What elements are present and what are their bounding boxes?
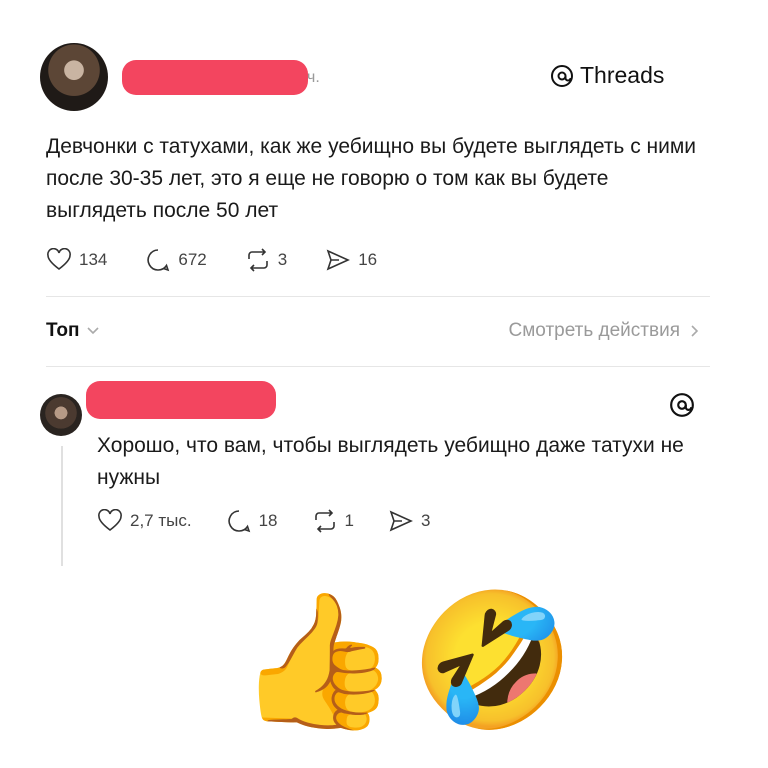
redacted-reply-username bbox=[86, 381, 276, 419]
share-count: 16 bbox=[358, 250, 378, 269]
post-time: ч. bbox=[307, 69, 320, 86]
redacted-username bbox=[122, 60, 308, 95]
reply-comment-count: 18 bbox=[258, 511, 278, 530]
chevron-right-icon bbox=[691, 325, 699, 337]
reply-like-button[interactable]: 2,7 тыс. bbox=[97, 508, 192, 534]
divider-top bbox=[46, 296, 710, 297]
post-stats: 134 672 3 16 bbox=[46, 247, 377, 273]
reply-repost-button[interactable]: 1 bbox=[312, 508, 354, 534]
reply-avatar[interactable] bbox=[40, 394, 82, 436]
comment-icon bbox=[227, 510, 250, 533]
repost-button[interactable]: 3 bbox=[245, 247, 287, 273]
thumbs-up-emoji: 👍 bbox=[236, 587, 401, 734]
reply-like-count: 2,7 тыс. bbox=[130, 511, 192, 530]
threads-brand[interactable]: Threads bbox=[550, 62, 664, 89]
divider-bottom bbox=[46, 366, 710, 367]
reply-stats: 2,7 тыс. 18 1 3 bbox=[97, 508, 430, 534]
heart-icon bbox=[47, 248, 71, 271]
author-avatar[interactable] bbox=[40, 43, 108, 111]
post-text: Девчонки с татухами, как же уебищно вы б… bbox=[46, 135, 697, 222]
reply-repost-count: 1 bbox=[344, 511, 354, 530]
view-activity-label: Смотреть действия bbox=[508, 320, 680, 341]
reply-share-button[interactable]: 3 bbox=[388, 508, 430, 534]
threads-logo-icon[interactable] bbox=[669, 392, 695, 418]
repost-count: 3 bbox=[277, 250, 288, 269]
rolling-laugh-emoji: 🤣 bbox=[410, 587, 575, 734]
sort-label: Топ bbox=[46, 320, 80, 341]
like-count: 134 bbox=[79, 250, 108, 269]
chevron-down-icon bbox=[86, 327, 99, 335]
threads-logo-icon bbox=[551, 64, 573, 87]
like-button[interactable]: 134 bbox=[46, 247, 107, 273]
repost-icon bbox=[314, 509, 335, 533]
heart-icon bbox=[98, 509, 122, 532]
share-icon bbox=[389, 510, 413, 532]
view-activity-link[interactable]: Смотреть действия bbox=[509, 320, 700, 342]
reply-text: Хорошо, что вам, чтобы выглядеть уебищно… bbox=[97, 434, 684, 489]
repost-icon bbox=[247, 248, 268, 272]
comment-count: 672 bbox=[178, 250, 207, 269]
share-icon bbox=[326, 249, 351, 271]
thread-line bbox=[61, 446, 63, 566]
share-button[interactable]: 16 bbox=[325, 247, 377, 273]
sort-dropdown[interactable]: Топ bbox=[46, 320, 100, 342]
comment-button[interactable]: 672 bbox=[145, 247, 207, 273]
reply-comment-button[interactable]: 18 bbox=[226, 508, 278, 534]
reply-share-count: 3 bbox=[420, 511, 431, 530]
threads-label: Threads bbox=[580, 62, 665, 88]
emoji-reaction: 👍 🤣 bbox=[236, 586, 575, 736]
comment-icon bbox=[147, 249, 170, 272]
